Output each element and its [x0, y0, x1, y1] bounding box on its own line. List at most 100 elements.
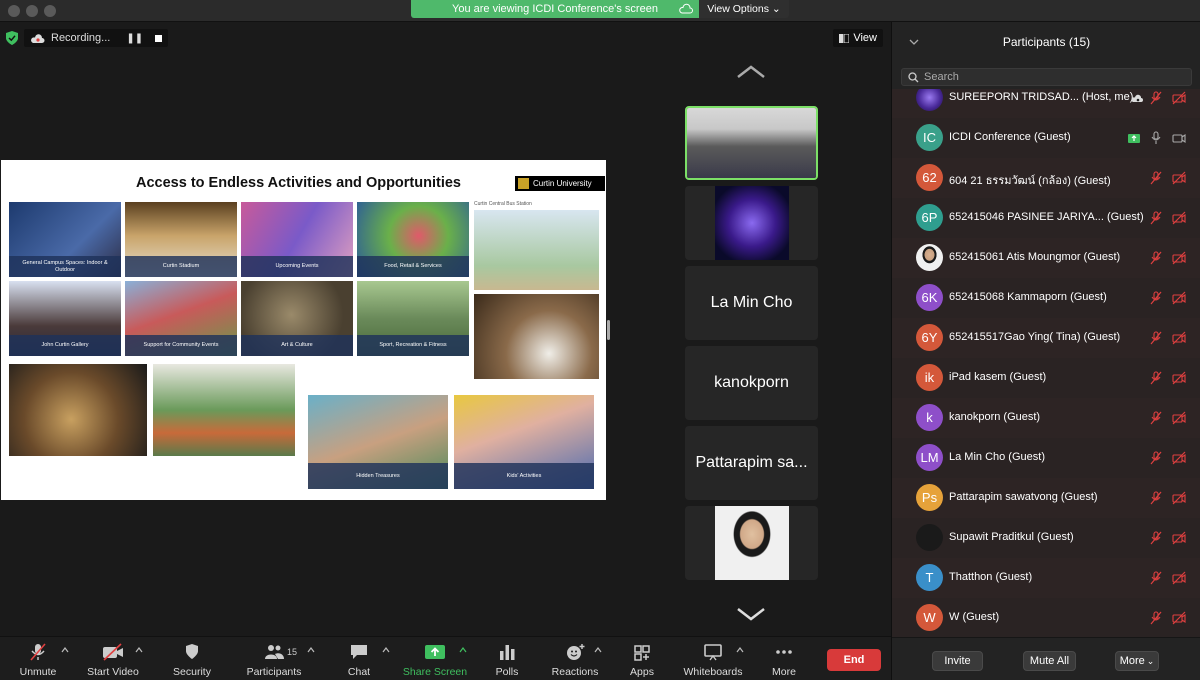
share-options-caret-icon[interactable]	[459, 647, 467, 653]
reactions-options-caret-icon[interactable]	[594, 647, 602, 653]
microphone-muted-icon[interactable]	[1149, 251, 1163, 265]
video-tile-profile-photo[interactable]	[685, 506, 818, 580]
polls-button[interactable]: Polls	[492, 637, 522, 680]
video-camera-off-icon[interactable]	[1172, 611, 1186, 625]
participant-search[interactable]	[901, 68, 1192, 86]
pause-recording-icon[interactable]: ❚❚	[126, 33, 143, 44]
participant-row[interactable]: W W (Guest)	[892, 598, 1200, 637]
chat-options-caret-icon[interactable]	[382, 647, 390, 653]
participant-avatar: ik	[916, 364, 943, 391]
video-camera-off-icon[interactable]	[1172, 291, 1186, 305]
screen-sharing-icon[interactable]	[1127, 131, 1141, 145]
minimize-window-icon[interactable]	[26, 5, 38, 17]
video-camera-off-icon[interactable]	[1172, 331, 1186, 345]
view-button[interactable]: View	[833, 29, 883, 47]
whiteboards-options-caret-icon[interactable]	[736, 647, 744, 653]
share-screen-button[interactable]: Share Screen	[402, 637, 468, 680]
video-camera-off-icon[interactable]	[1172, 491, 1186, 505]
cloud-icon	[679, 3, 693, 14]
participant-row[interactable]: IC ICDI Conference (Guest)	[892, 118, 1200, 158]
participant-row[interactable]: 6P 652415046 PASINEE JARIYA... (Guest)	[892, 198, 1200, 238]
video-tile-pattarapim[interactable]: Pattarapim sa...	[685, 426, 818, 500]
slide-image-sandwich	[9, 364, 147, 456]
video-camera-off-icon[interactable]	[1172, 451, 1186, 465]
participant-avatar: IC	[916, 124, 943, 151]
meeting-stage: Recording... ❚❚ View Access to Endless A…	[0, 22, 891, 636]
participant-name: W (Guest)	[949, 611, 1000, 623]
microphone-muted-icon[interactable]	[1149, 491, 1163, 505]
video-camera-off-icon[interactable]	[1172, 371, 1186, 385]
participant-avatar: W	[916, 604, 943, 631]
microphone-muted-icon[interactable]	[1149, 91, 1163, 105]
polls-bar-chart-icon	[500, 645, 515, 660]
participant-row[interactable]: 6K 652415068 Kammaporn (Guest)	[892, 278, 1200, 318]
participant-row[interactable]: 6Y 652415517Gao Ying( Tina) (Guest)	[892, 318, 1200, 358]
video-camera-off-icon[interactable]	[1172, 91, 1186, 105]
video-tile-kanokporn[interactable]: kanokporn	[685, 346, 818, 420]
search-input[interactable]	[924, 69, 1184, 85]
split-resize-handle[interactable]	[607, 320, 610, 340]
microphone-muted-icon[interactable]	[1149, 371, 1163, 385]
microphone-muted-icon[interactable]	[1149, 531, 1163, 545]
video-camera-off-icon[interactable]	[1172, 171, 1186, 185]
microphone-icon[interactable]	[1149, 131, 1163, 145]
slide-caption: Curtin Stadium	[125, 256, 237, 277]
apps-button[interactable]: Apps	[627, 637, 657, 680]
video-tile-la-min-cho[interactable]: La Min Cho	[685, 266, 818, 340]
participants-button[interactable]: 15 Participants	[244, 637, 304, 680]
microphone-muted-icon[interactable]	[1149, 571, 1163, 585]
participant-row[interactable]: Ps Pattarapim sawatvong (Guest)	[892, 478, 1200, 518]
video-camera-icon[interactable]	[1172, 131, 1186, 145]
participant-row[interactable]: ik iPad kasem (Guest)	[892, 358, 1200, 398]
view-button-label: View	[853, 32, 877, 44]
more-button[interactable]: More	[768, 637, 800, 680]
close-window-icon[interactable]	[8, 5, 20, 17]
participant-row[interactable]: 62 604 21 ธรรมวัฒน์ (กล้อง) (Guest)	[892, 158, 1200, 198]
microphone-muted-icon[interactable]	[1149, 331, 1163, 345]
video-camera-off-icon[interactable]	[1172, 251, 1186, 265]
participant-row[interactable]: T Thatthon (Guest)	[892, 558, 1200, 598]
invite-button[interactable]: Invite	[932, 651, 983, 671]
slide-image-community-events: Support for Community Events	[125, 281, 237, 356]
microphone-muted-icon[interactable]	[1149, 611, 1163, 625]
security-button[interactable]: Security	[170, 637, 214, 680]
mute-all-button[interactable]: Mute All	[1023, 651, 1076, 671]
security-shield-icon	[186, 644, 198, 659]
video-options-caret-icon[interactable]	[135, 647, 143, 653]
host-recording-icon[interactable]	[1130, 91, 1144, 105]
microphone-muted-icon[interactable]	[1149, 291, 1163, 305]
participant-row[interactable]: k kanokporn (Guest)	[892, 398, 1200, 438]
participants-options-caret-icon[interactable]	[307, 647, 315, 653]
microphone-muted-icon[interactable]	[1149, 211, 1163, 225]
microphone-muted-icon[interactable]	[1149, 451, 1163, 465]
microphone-muted-icon[interactable]	[1149, 171, 1163, 185]
start-video-button[interactable]: Start Video	[84, 637, 142, 680]
video-camera-off-icon[interactable]	[1172, 571, 1186, 585]
gallery-scroll-up-icon[interactable]	[735, 64, 767, 80]
chat-button[interactable]: Chat	[343, 637, 375, 680]
participant-row[interactable]: SUREEPORN TRIDSAD... (Host, me)	[892, 89, 1200, 118]
unmute-button[interactable]: Unmute	[16, 637, 60, 680]
whiteboards-button[interactable]: Whiteboards	[683, 637, 743, 680]
end-meeting-button[interactable]: End	[827, 649, 881, 671]
audio-options-caret-icon[interactable]	[61, 647, 69, 653]
video-camera-off-icon[interactable]	[1172, 411, 1186, 425]
reactions-smiley-icon	[567, 644, 585, 660]
participant-row[interactable]: 652415061 Atis Moungmor (Guest)	[892, 238, 1200, 278]
zoom-window-icon[interactable]	[44, 5, 56, 17]
view-options-button[interactable]: View Options ⌄	[699, 0, 789, 18]
video-camera-off-icon[interactable]	[1172, 211, 1186, 225]
video-tile-classroom[interactable]	[685, 106, 818, 180]
microphone-muted-icon[interactable]	[1149, 411, 1163, 425]
slide-image-hidden-treasures: Hidden Treasures	[308, 395, 448, 489]
stop-recording-icon[interactable]	[155, 34, 163, 42]
video-tile-butterfly[interactable]	[685, 186, 818, 260]
participants-panel: Participants (15) SUREEPORN TRIDSAD... (…	[891, 22, 1200, 680]
participant-row[interactable]: Supawit Praditkul (Guest)	[892, 518, 1200, 558]
reactions-button[interactable]: Reactions	[550, 637, 600, 680]
participant-row[interactable]: LM La Min Cho (Guest)	[892, 438, 1200, 478]
video-camera-off-icon[interactable]	[1172, 531, 1186, 545]
slide-image-outdoor-market	[153, 364, 295, 456]
gallery-scroll-down-icon[interactable]	[735, 606, 767, 622]
more-options-button[interactable]: More ⌄	[1115, 651, 1159, 671]
